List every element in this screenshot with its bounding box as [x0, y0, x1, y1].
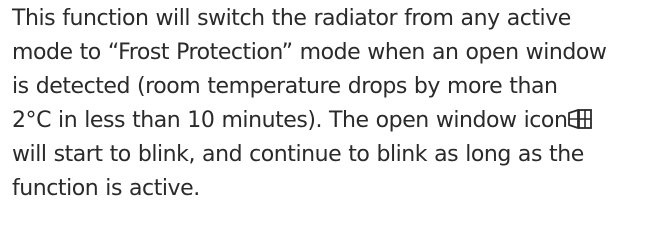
paragraph-line-2: mode to “Frost Protection” mode when an … — [12, 40, 607, 65]
paragraph-line-4-container: 2°C in less than 10 minutes). The open w… — [12, 104, 652, 138]
paragraph-line-4: 2°C in less than 10 minutes). The open w… — [12, 108, 568, 133]
paragraph-line-1: This function will switch the radiator f… — [12, 6, 571, 31]
paragraph-line-5: will start to blink, and continue to bli… — [12, 142, 584, 167]
paragraph-line-3: is detected (room temperature drops by m… — [12, 74, 558, 99]
open-window-icon — [568, 108, 593, 130]
instruction-paragraph: This function will switch the radiator f… — [12, 2, 652, 206]
paragraph-line-6: function is active. — [12, 176, 200, 201]
